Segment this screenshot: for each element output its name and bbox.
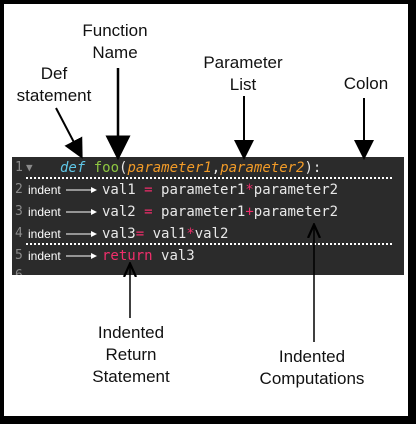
annotation-arrows — [55, 68, 374, 342]
arrow-def-statement — [55, 107, 83, 159]
